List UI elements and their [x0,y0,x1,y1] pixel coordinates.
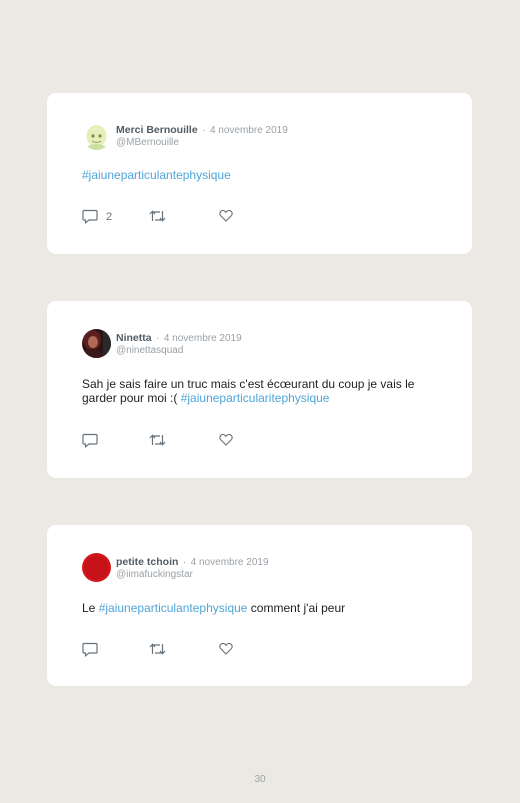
tweet-actions: 2 [82,209,282,225]
tweet-actions [82,433,282,449]
tweet-text: Sah je sais faire un truc mais c'est écœ… [82,377,442,405]
author-name[interactable]: petite tchoin [116,556,178,568]
retweet-button[interactable] [149,433,166,447]
like-button[interactable] [219,433,233,446]
pearl-cartoon-avatar-icon [82,121,111,150]
tweet-meta: Ninetta · 4 novembre 2019 @ninettasquad [116,331,242,357]
tweet-meta: petite tchoin · 4 novembre 2019 @iimafuc… [116,555,269,581]
author-handle[interactable]: @MBernouille [116,137,288,149]
tweet-date[interactable]: 4 novembre 2019 [210,125,288,136]
like-button[interactable] [219,642,233,655]
heart-icon [219,209,233,222]
tweet-header: Ninetta · 4 novembre 2019 @ninettasquad [82,329,442,359]
retweet-icon [149,434,166,446]
tweet-card: petite tchoin · 4 novembre 2019 @iimafuc… [47,525,472,686]
tweet-text: #jaiuneparticulantephysique [82,168,442,182]
tweet-actions [82,642,282,658]
tweet-card: Merci Bernouille · 4 novembre 2019 @MBer… [47,93,472,254]
red-avatar-icon [82,553,111,582]
reply-icon [82,642,98,657]
like-button[interactable] [219,209,233,222]
heart-icon [219,642,233,655]
meta-separator: · [182,557,187,568]
reply-button[interactable] [82,433,106,448]
hashtag-link[interactable]: #jaiuneparticulantephysique [82,168,231,182]
meta-separator: · [156,333,160,344]
avatar[interactable] [82,121,111,150]
reply-button[interactable] [82,642,106,657]
tweet-text-before: Le [82,601,99,615]
tweet-card: Ninetta · 4 novembre 2019 @ninettasquad … [47,301,472,478]
author-name[interactable]: Merci Bernouille [116,124,198,136]
tweet-text-after: comment j'ai peur [247,601,346,615]
tweet-meta: Merci Bernouille · 4 novembre 2019 @MBer… [116,123,288,149]
avatar[interactable] [82,553,111,582]
tweet-header: Merci Bernouille · 4 novembre 2019 @MBer… [82,121,442,151]
portrait-photo-avatar-icon [82,329,111,358]
page-number: 30 [254,774,266,785]
retweet-icon [149,210,166,222]
author-handle[interactable]: @iimafuckingstar [116,569,269,581]
reply-icon [82,433,98,448]
avatar[interactable] [82,329,111,358]
tweet-text: Le #jaiuneparticulantephysique comment j… [82,601,442,615]
heart-icon [219,433,233,446]
hashtag-link[interactable]: #jaiuneparticularitephysique [181,391,330,405]
meta-separator: · [202,125,206,136]
reply-count: 2 [106,210,113,223]
hashtag-link[interactable]: #jaiuneparticulantephysique [99,601,248,615]
reply-icon [82,209,98,224]
tweet-date[interactable]: 4 novembre 2019 [164,333,242,344]
retweet-icon [149,643,166,655]
reply-button[interactable]: 2 [82,209,112,224]
retweet-button[interactable] [149,209,166,223]
tweet-date[interactable]: 4 novembre 2019 [191,557,269,568]
tweet-header: petite tchoin · 4 novembre 2019 @iimafuc… [82,553,442,583]
author-name[interactable]: Ninetta [116,332,152,344]
author-handle[interactable]: @ninettasquad [116,345,242,357]
retweet-button[interactable] [149,642,166,656]
